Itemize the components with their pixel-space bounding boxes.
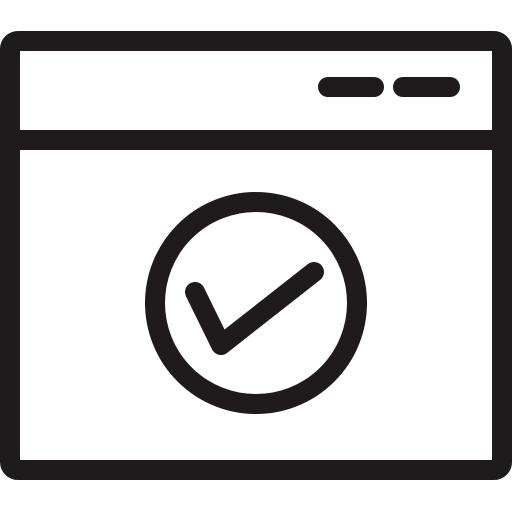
icon-canvas [0, 0, 512, 512]
check-circle [145, 192, 367, 414]
browser-window-check-icon [0, 31, 512, 480]
checkmark-icon [185, 262, 324, 355]
